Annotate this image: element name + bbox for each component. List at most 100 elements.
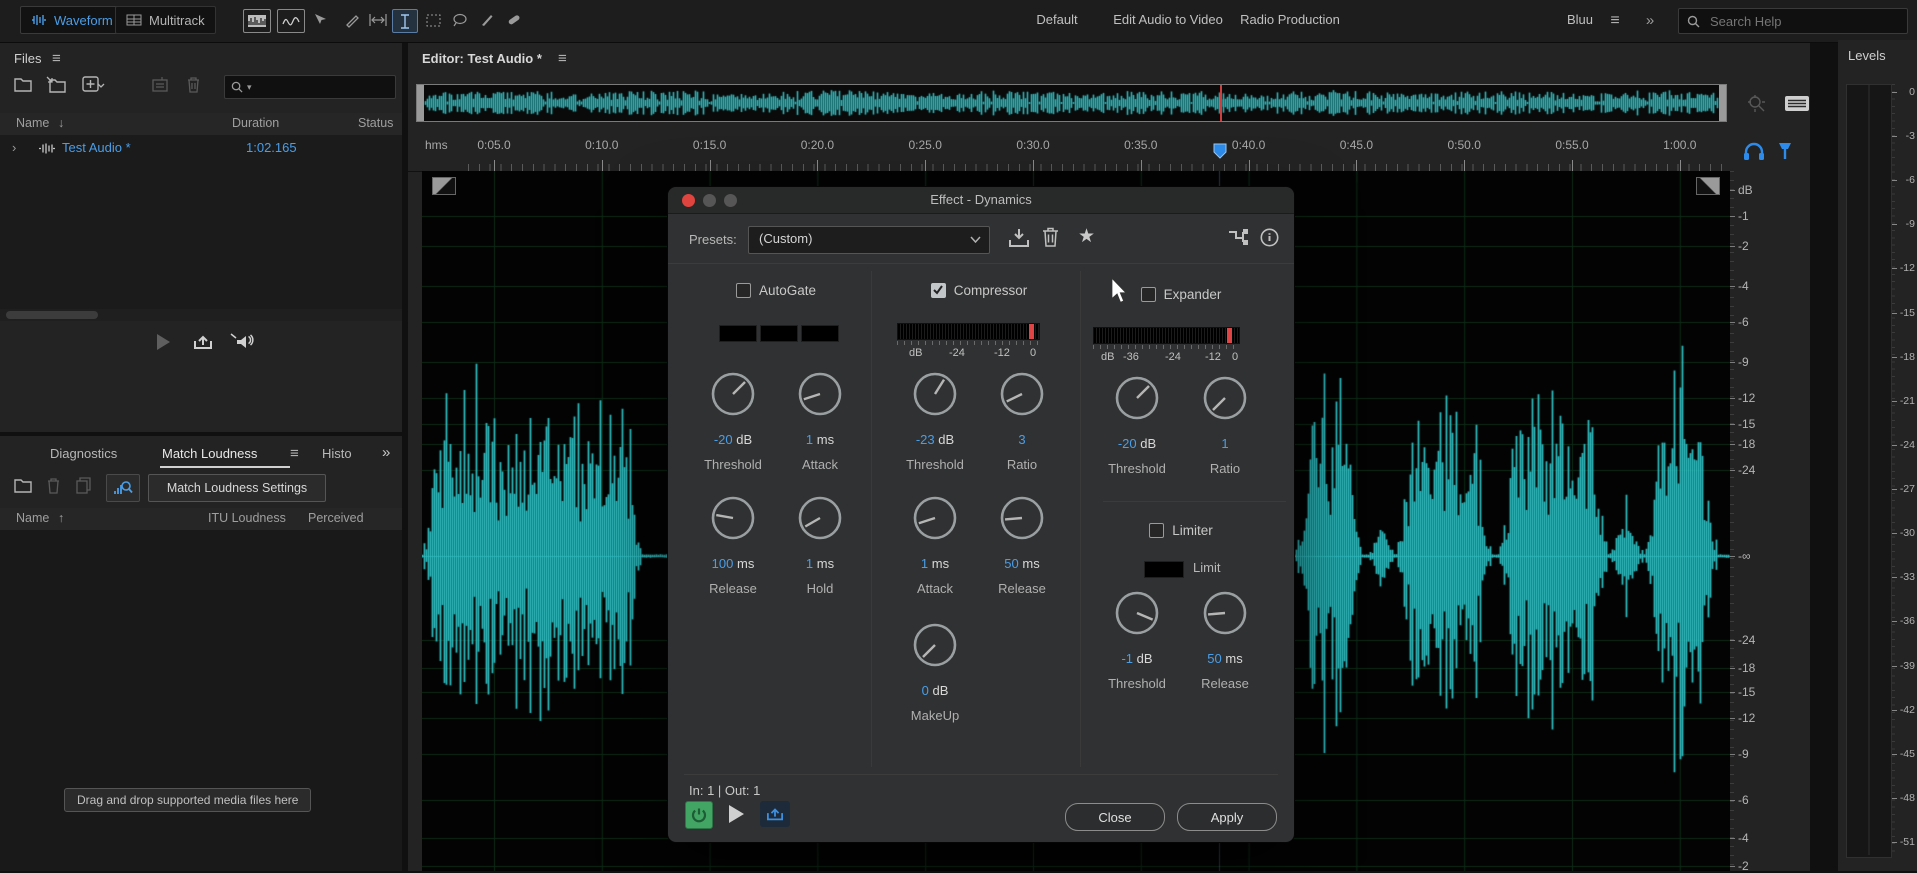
effect-power-button[interactable] xyxy=(685,801,713,829)
loudness-col-name[interactable]: Name xyxy=(16,511,49,525)
workspace-edit-audio-to-video[interactable]: Edit Audio to Video xyxy=(1113,12,1223,27)
amplitude-ruler[interactable]: dB -1 -2 -4 -6 -9 -12 -15 -18 -24 -∞ -24 -18 -15 -12 -9… xyxy=(1730,171,1810,873)
expander-ratio-knob[interactable]: 1 Ratio xyxy=(1175,374,1275,476)
compressor-makeup-knob[interactable]: 0 dB MakeUp xyxy=(885,621,985,723)
spot-heal-tool-icon[interactable] xyxy=(501,9,525,31)
fade-in-handle[interactable] xyxy=(432,177,456,195)
expand-chevron-icon[interactable]: › xyxy=(12,140,16,155)
overview-navigator[interactable] xyxy=(416,84,1727,122)
workspace-radio-production[interactable]: Radio Production xyxy=(1240,12,1340,27)
loudness-file-list[interactable]: Drag and drop supported media files here xyxy=(0,530,402,871)
workspace-default[interactable]: Default xyxy=(1036,12,1077,27)
timeline-ruler[interactable]: hms 0:05.0 0:10.0 0:15.0 0:20.0 0:25.0 0:30.0… xyxy=(408,136,1810,172)
limiter-checkbox[interactable] xyxy=(1149,523,1165,538)
autogate-release-knob[interactable]: 100 ms Release xyxy=(683,494,783,596)
loop-playback-icon[interactable] xyxy=(192,333,214,351)
routing-icon[interactable] xyxy=(1228,228,1248,246)
compressor-release-knob[interactable]: 50 ms Release xyxy=(972,494,1072,596)
razor-tool-icon[interactable] xyxy=(340,9,364,31)
files-trash-icon[interactable] xyxy=(186,76,201,93)
files-search-box[interactable]: ▾ xyxy=(224,75,396,99)
playhead-marker[interactable] xyxy=(1213,143,1227,159)
delete-preset-icon[interactable] xyxy=(1042,227,1059,247)
loudness-trash-icon[interactable] xyxy=(46,477,61,494)
expander-checkbox[interactable] xyxy=(1140,287,1156,302)
levels-meter[interactable] xyxy=(1846,84,1892,858)
match-loudness-settings-button[interactable]: Match Loudness Settings xyxy=(148,474,326,502)
spectral-view-icon[interactable] xyxy=(277,9,305,33)
file-row-test-audio[interactable]: › Test Audio * 1:02.165 xyxy=(0,137,402,159)
zoom-navigate-icon[interactable] xyxy=(1746,93,1768,113)
overview-left-handle[interactable] xyxy=(417,85,424,121)
close-window-icon[interactable] xyxy=(682,194,695,207)
preview-play-icon[interactable] xyxy=(155,333,171,351)
dialog-titlebar[interactable]: Effect - Dynamics xyxy=(668,187,1294,214)
files-hscrollbar[interactable] xyxy=(0,309,402,321)
presets-dropdown[interactable]: (Custom) xyxy=(748,226,990,254)
compressor-checkbox[interactable] xyxy=(930,283,946,298)
files-col-duration[interactable]: Duration xyxy=(232,116,279,130)
panel-options-icon[interactable] xyxy=(1784,95,1810,112)
slip-tool-icon[interactable] xyxy=(366,9,390,31)
overview-waveform-canvas[interactable] xyxy=(417,85,1726,121)
open-file-icon[interactable] xyxy=(14,77,34,93)
lasso-tool-icon[interactable] xyxy=(448,9,472,31)
tab-histogram[interactable]: Histo xyxy=(322,446,352,461)
autogate-hold-knob[interactable]: 1 ms Hold xyxy=(770,494,870,596)
workspace-menu-icon[interactable]: ≡ xyxy=(1610,12,1619,30)
favorite-star-icon[interactable]: ★ xyxy=(1078,225,1095,248)
help-search-box[interactable] xyxy=(1678,8,1908,34)
minimize-window-icon[interactable] xyxy=(703,194,716,207)
compressor-attack-knob[interactable]: 1 ms Attack xyxy=(885,494,985,596)
overview-playhead-line[interactable] xyxy=(1220,85,1222,121)
close-button[interactable]: Close xyxy=(1065,803,1165,831)
brush-tool-icon[interactable] xyxy=(475,9,499,31)
loudness-col-itu[interactable]: ITU Loudness xyxy=(208,511,286,525)
file-name[interactable]: Test Audio * xyxy=(62,140,131,155)
loudness-panel-menu-icon[interactable]: ≡ xyxy=(290,445,299,462)
compressor-threshold-knob[interactable]: -23 dB Threshold xyxy=(885,370,985,472)
autogate-attack-knob[interactable]: 1 ms Attack xyxy=(770,370,870,472)
files-panel-menu-icon[interactable]: ≡ xyxy=(52,50,61,67)
move-tool-icon[interactable] xyxy=(308,9,332,31)
files-hscrollbar-thumb[interactable] xyxy=(6,311,98,319)
save-preset-icon[interactable] xyxy=(1008,228,1030,248)
headphones-icon[interactable] xyxy=(1742,141,1766,161)
limiter-release-knob[interactable]: 50 ms Release xyxy=(1175,589,1275,691)
match-loudness-scan-button[interactable] xyxy=(106,474,140,502)
time-selection-tool-icon[interactable] xyxy=(392,9,418,33)
insert-multitrack-icon[interactable] xyxy=(152,76,172,93)
waveform-view-icon[interactable] xyxy=(243,9,271,33)
autogate-checkbox[interactable] xyxy=(735,283,751,298)
preview-play-button[interactable] xyxy=(727,804,745,824)
loudness-open-file-icon[interactable] xyxy=(14,478,34,494)
files-col-status[interactable]: Status xyxy=(358,116,393,130)
expander-threshold-knob[interactable]: -20 dB Threshold xyxy=(1087,374,1187,476)
tab-waveform[interactable]: Waveform xyxy=(20,6,124,34)
new-file-icon[interactable] xyxy=(82,76,106,93)
overview-right-handle[interactable] xyxy=(1719,85,1726,121)
zoom-window-icon[interactable] xyxy=(724,194,737,207)
import-file-icon[interactable] xyxy=(46,76,66,93)
loop-preview-button[interactable] xyxy=(760,801,790,827)
editor-panel-menu-icon[interactable]: ≡ xyxy=(558,50,567,67)
autoplay-speaker-icon[interactable] xyxy=(230,332,254,351)
overflow-chevrons-icon[interactable]: » xyxy=(1646,12,1654,29)
tab-multitrack[interactable]: Multitrack xyxy=(115,6,216,34)
limiter-threshold-knob[interactable]: -1 dB Threshold xyxy=(1087,589,1187,691)
info-icon[interactable] xyxy=(1260,228,1279,247)
fade-out-handle[interactable] xyxy=(1696,177,1720,195)
files-col-name[interactable]: Name xyxy=(16,116,49,130)
panel-overflow-icon[interactable]: » xyxy=(382,444,390,461)
apply-button[interactable]: Apply xyxy=(1177,803,1277,831)
loudness-col-perceived[interactable]: Perceived xyxy=(308,511,364,525)
marquee-tool-icon[interactable] xyxy=(421,9,445,31)
autogate-threshold-knob[interactable]: -20 dB Threshold xyxy=(683,370,783,472)
pin-icon[interactable] xyxy=(1776,141,1794,161)
loudness-copy-icon[interactable] xyxy=(76,477,92,494)
help-search-input[interactable] xyxy=(1708,12,1872,30)
tab-diagnostics[interactable]: Diagnostics xyxy=(50,446,117,461)
compressor-ratio-knob[interactable]: 3 Ratio xyxy=(972,370,1072,472)
workspace-bluu[interactable]: Bluu xyxy=(1567,12,1593,27)
tab-match-loudness[interactable]: Match Loudness xyxy=(162,446,257,461)
